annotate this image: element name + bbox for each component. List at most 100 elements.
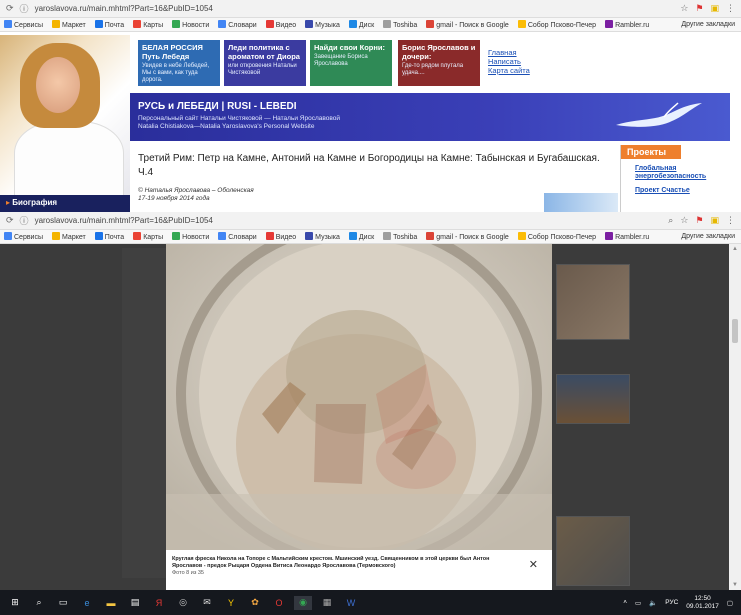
star-icon[interactable]: ☆ (680, 215, 688, 226)
website-header: ▸ Биография БЕЛАЯ РОССИЯ Путь Лебедя Увиде… (0, 35, 741, 212)
bookmark-favicon-icon (305, 20, 314, 28)
bookmark-item[interactable]: Сервисы (4, 232, 43, 241)
folder-icon[interactable]: ▬ (102, 596, 120, 610)
search-icon[interactable]: ⌕ (668, 215, 673, 226)
star-icon[interactable]: ☆ (680, 3, 688, 14)
bookmark-favicon-icon (218, 232, 227, 240)
bookmark-item[interactable]: Музыка (305, 232, 340, 241)
other-bookmarks-folder[interactable]: Другие закладки (681, 233, 741, 240)
bookmark-item[interactable]: Маркет (52, 232, 86, 241)
bookmark-item[interactable]: Почта (94, 20, 124, 29)
bookmark-item[interactable]: Карты (133, 232, 163, 241)
bookmark-item[interactable]: Видео (265, 232, 296, 241)
edge-icon[interactable]: e (78, 596, 96, 610)
scrollbar[interactable]: ▲ ▼ (729, 244, 741, 590)
bookmark-item[interactable]: gmail - Поиск в Google (426, 20, 509, 29)
extension-flag-icon[interactable]: ⚑ (695, 215, 703, 226)
volume-icon[interactable]: 🔈 (649, 599, 657, 607)
project-link-happiness[interactable]: Проект Счастье (635, 187, 730, 195)
reload-icon[interactable]: ⟳ (6, 215, 14, 226)
search-icon[interactable]: ⌕ (30, 596, 48, 610)
app-icon[interactable]: ▦ (318, 596, 336, 610)
yandex-icon[interactable]: Я (150, 596, 168, 610)
paint-icon[interactable]: ✿ (246, 596, 264, 610)
menu-icon[interactable]: ⋮ (726, 215, 735, 226)
write-link[interactable]: Написать (488, 57, 530, 66)
teaser-title: Леди политика с ароматом от Диора (228, 43, 300, 61)
sitemap-link[interactable]: Карта сайта (488, 66, 530, 75)
notifications-icon[interactable]: ▢ (727, 599, 733, 607)
mail-icon[interactable]: ✉ (198, 596, 216, 610)
bookmark-item[interactable]: Музыка (305, 20, 340, 29)
dimmed-text-column (122, 248, 168, 578)
disk-icon[interactable]: ◎ (174, 596, 192, 610)
fresco-image[interactable] (166, 244, 552, 550)
bookmark-item[interactable]: Диск (348, 232, 374, 241)
scroll-down-icon[interactable]: ▼ (732, 582, 738, 588)
bookmark-item[interactable]: Видео (265, 20, 296, 29)
bookmark-item[interactable]: Словари (218, 232, 257, 241)
bookmark-item[interactable]: Словари (218, 20, 257, 29)
bookmark-item[interactable]: Toshiba (383, 232, 417, 241)
bookmark-item[interactable]: Почта (94, 232, 124, 241)
close-icon[interactable]: ✕ (529, 558, 538, 571)
teaser-title: Борис Ярославов и дочери: (402, 43, 476, 61)
biography-link[interactable]: ▸ Биография (0, 195, 130, 212)
bookmark-item[interactable]: Диск (348, 20, 374, 29)
menu-icon[interactable]: ⋮ (726, 3, 735, 14)
tray-up-icon[interactable]: ˄ (623, 599, 627, 606)
bookmark-label: Маркет (62, 22, 86, 29)
network-icon[interactable]: ▭ (635, 599, 641, 607)
info-icon[interactable]: ⓘ (20, 2, 29, 15)
teaser-card[interactable]: Леди политика с ароматом от Диора или отк… (224, 40, 306, 86)
extension-icon[interactable]: ▣ (710, 3, 719, 14)
home-link[interactable]: Главная (488, 48, 530, 57)
project-link-energy[interactable]: Глобальная энергобезопасность (635, 165, 730, 181)
url-text[interactable]: yaroslavova.ru/main.mhtml?Part=16&PubID=… (35, 216, 213, 225)
store-icon[interactable]: ▤ (126, 596, 144, 610)
bookmark-item[interactable]: Сервисы (4, 20, 43, 29)
url-text[interactable]: yaroslavova.ru/main.mhtml?Part=16&PubID=… (35, 4, 213, 13)
other-bookmarks-folder[interactable]: Другие закладки (681, 21, 741, 28)
bookmark-item[interactable]: Новости (172, 232, 209, 241)
bookmark-item[interactable]: Маркет (52, 20, 86, 29)
extension-flag-icon[interactable]: ⚑ (695, 3, 703, 14)
language-indicator[interactable]: РУС (665, 599, 678, 606)
extension-icon[interactable]: ▣ (710, 215, 719, 226)
teaser-card[interactable]: Найди свои Корни: Завещание Бориса Яросла… (310, 40, 392, 86)
teaser-card[interactable]: БЕЛАЯ РОССИЯ Путь Лебедя Увидев в небе Леб… (138, 40, 220, 86)
clock[interactable]: 12:50 09.01.2017 (686, 595, 719, 611)
bookmark-item[interactable]: gmail - Поиск в Google (426, 232, 509, 241)
bookmark-item[interactable]: Собор Псково-Печер (517, 20, 596, 29)
windows-taskbar: ⊞ ⌕ ▭ e ▬ ▤ Я ◎ ✉ Y ✿ O ◉ ▦ W ˄ ▭ 🔈 РУС … (0, 590, 741, 615)
yandex-browser-icon[interactable]: Y (222, 596, 240, 610)
task-view-icon[interactable]: ▭ (54, 596, 72, 610)
scroll-up-icon[interactable]: ▲ (732, 246, 738, 252)
bookmark-item[interactable]: Rambler.ru (605, 232, 649, 241)
opera-icon[interactable]: O (270, 596, 288, 610)
chrome-icon[interactable]: ◉ (294, 595, 312, 610)
reload-icon[interactable]: ⟳ (6, 3, 14, 14)
side-photo-3 (556, 516, 630, 586)
teaser-text: или откровения Натальи Чистяковой (228, 63, 297, 76)
bookmark-label: Toshiba (393, 22, 418, 29)
bookmark-favicon-icon (383, 232, 392, 240)
address-bar-top: ⟳ ⓘ yaroslavova.ru/main.mhtml?Part=16&Pu… (0, 0, 741, 18)
teaser-text: Увидев в небе Лебедей, Мы с вами, как ту… (142, 63, 210, 83)
bookmark-item[interactable]: Rambler.ru (605, 20, 649, 29)
bookmarks-bar-bottom: Сервисы Маркет Почта Карты Новости Словари Вид… (0, 230, 741, 244)
photo-counter: Фото 8 из 35 (172, 570, 204, 576)
teaser-card[interactable]: Борис Ярославов и дочери: Где-то рядом пл… (398, 40, 480, 86)
bookmark-favicon-icon (265, 20, 274, 28)
bookmark-item[interactable]: Карты (133, 20, 163, 29)
bookmark-favicon-icon (94, 20, 103, 28)
site-banner: РУСЬ и ЛЕБЕДИ | RUSI - LEBEDI Персональн… (130, 93, 730, 141)
bookmark-item[interactable]: Новости (172, 20, 209, 29)
info-icon[interactable]: ⓘ (20, 214, 29, 227)
scrollbar-thumb[interactable] (732, 319, 738, 343)
bookmark-item[interactable]: Toshiba (383, 20, 417, 29)
start-icon[interactable]: ⊞ (6, 596, 24, 610)
projects-header: Проекты (621, 145, 681, 159)
word-icon[interactable]: W (342, 596, 360, 610)
bookmark-item[interactable]: Собор Псково-Печер (517, 232, 596, 241)
